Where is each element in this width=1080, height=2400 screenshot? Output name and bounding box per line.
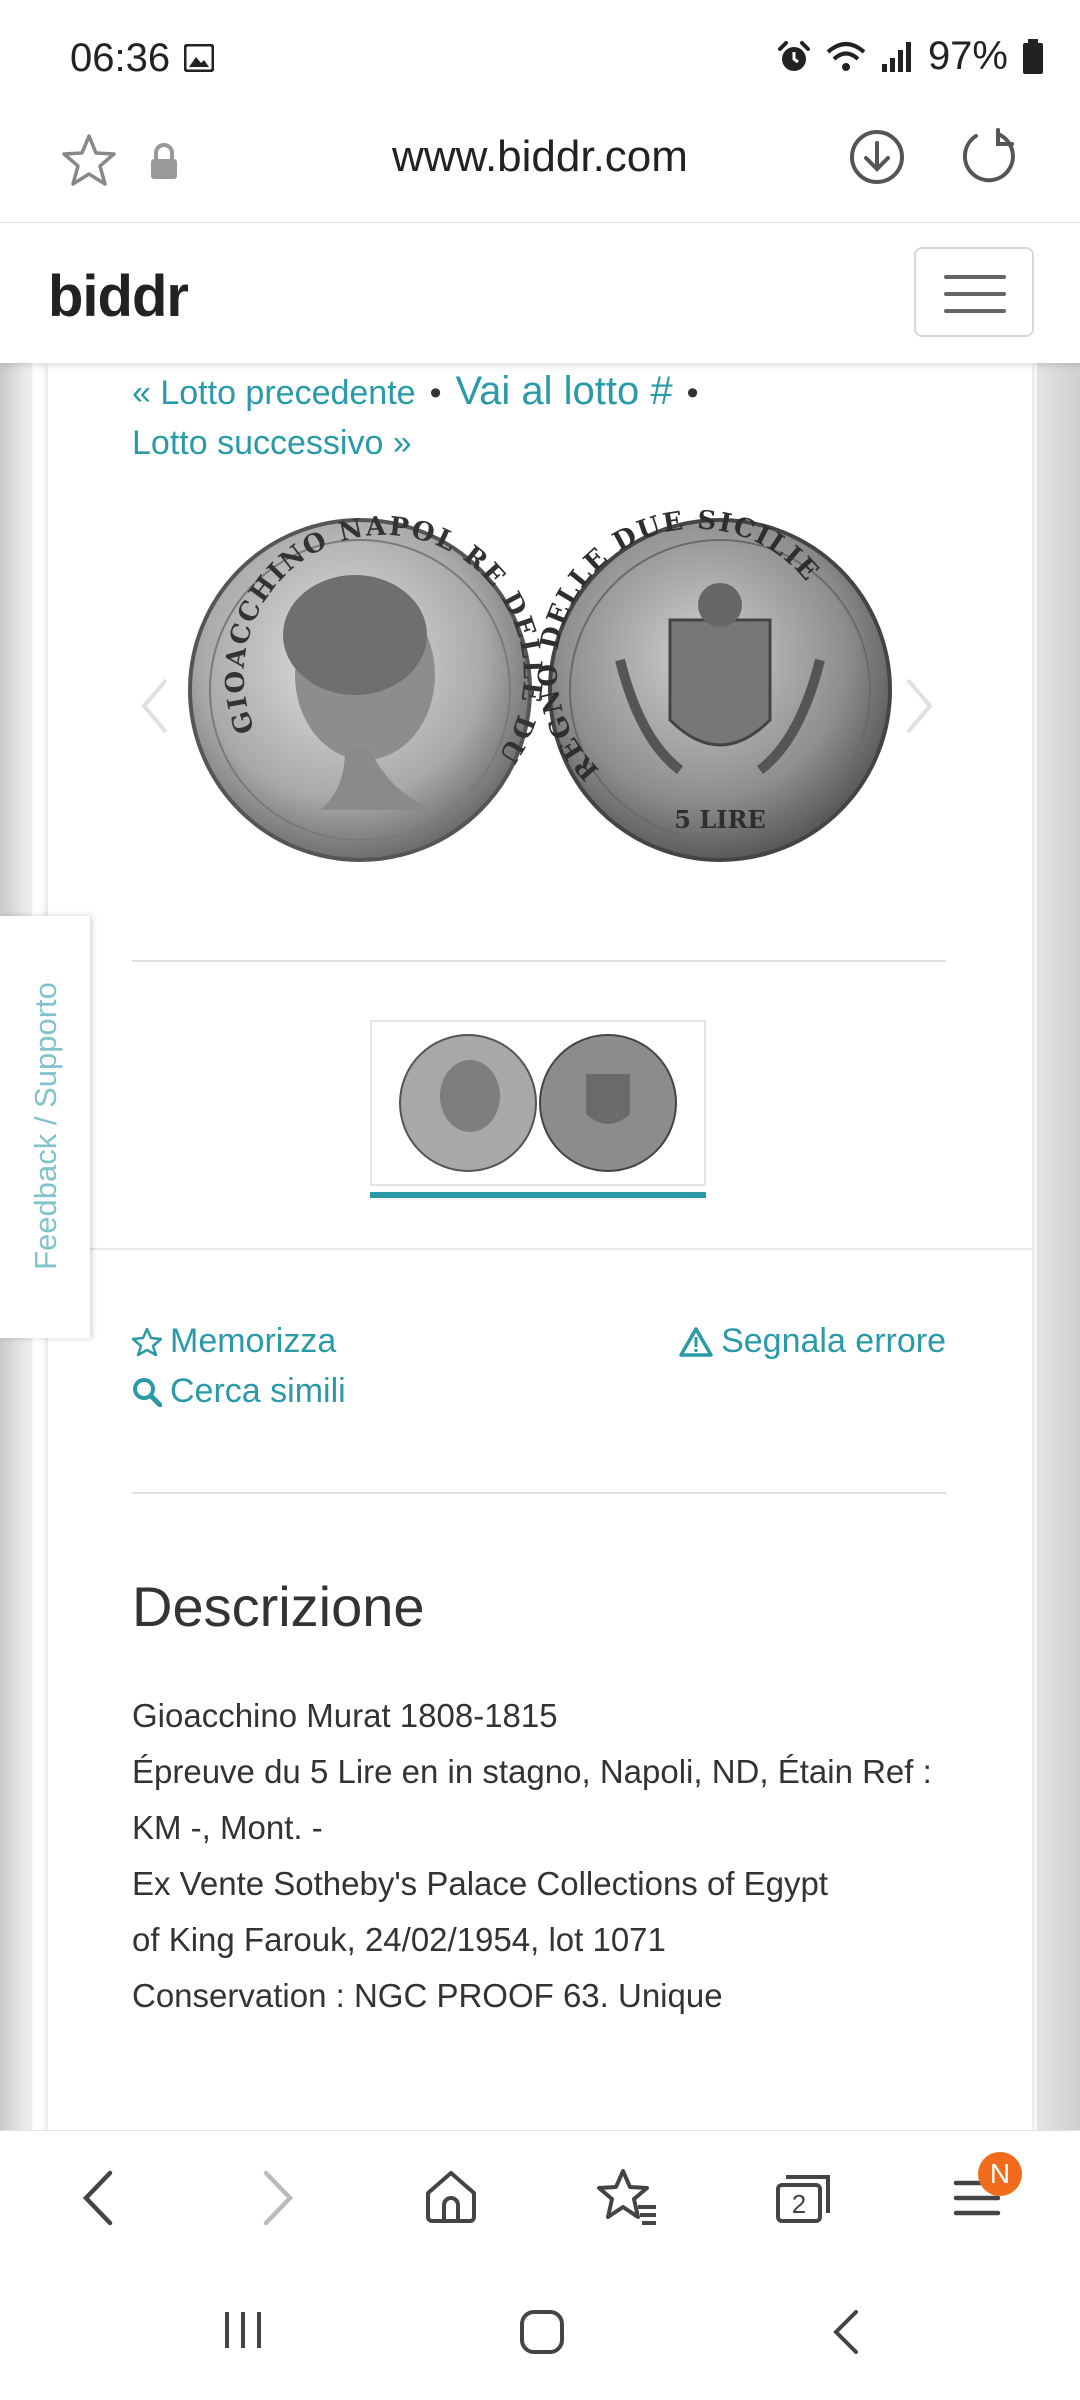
feedback-support-tab[interactable]: Feedback / Supporto — [0, 916, 90, 1338]
tabs-icon[interactable]: 2 — [772, 2167, 834, 2227]
warning-icon — [679, 1326, 713, 1357]
star-outline-icon — [132, 1327, 162, 1356]
tabs-count: 2 — [792, 2189, 806, 2219]
alarm-icon — [777, 40, 810, 71]
battery-icon — [1023, 38, 1043, 74]
site-header: biddr — [0, 223, 1080, 363]
coin-main-image[interactable]: GIOACCHINO NAPOL RE DELLE DUE SICIL REGN… — [180, 510, 900, 870]
description-line: KM -, Mont. - — [132, 1809, 323, 1846]
description-line: Gioacchino Murat 1808-1815 — [132, 1697, 558, 1734]
next-lot-link[interactable]: Lotto successivo » — [132, 424, 412, 462]
notification-badge: N — [978, 2152, 1022, 2196]
site-logo[interactable]: biddr — [48, 263, 189, 330]
section-separator — [48, 1248, 1032, 1250]
save-lot-label: Memorizza — [170, 1322, 337, 1360]
coin-denomination: 5 LIRE — [674, 805, 765, 834]
search-similar-button[interactable]: Cerca simili — [132, 1372, 346, 1411]
nav-separator: • — [429, 374, 442, 412]
wifi-icon — [826, 41, 866, 71]
url-text[interactable]: www.biddr.com — [0, 132, 1080, 182]
carousel-prev-icon[interactable] — [140, 676, 170, 736]
carousel-next-icon[interactable] — [904, 676, 934, 736]
battery-percent: 97% — [927, 34, 1008, 78]
report-error-button[interactable]: Segnala errore — [679, 1322, 946, 1361]
system-back-icon[interactable] — [828, 2308, 864, 2356]
status-time: 06:36 — [70, 36, 171, 80]
image-divider — [132, 960, 946, 962]
description-title: Descrizione — [132, 1575, 425, 1638]
bookmarks-icon[interactable] — [596, 2167, 658, 2227]
download-icon[interactable] — [848, 128, 906, 186]
home-button-icon[interactable] — [518, 2308, 566, 2356]
feedback-support-label: Feedback / Supporto — [28, 982, 63, 1270]
status-right: 97% — [776, 34, 1044, 79]
recent-apps-icon[interactable] — [222, 2308, 264, 2352]
lot-navigation: « Lotto precedente • Vai al lotto # • Lotto… — [132, 366, 952, 468]
description-line: Conservation : NGC PROOF 63. Unique — [132, 1977, 723, 2014]
status-bar: 06:36 97% — [0, 0, 1080, 112]
browser-bottom-nav: 2 — [0, 2130, 1080, 2269]
thumbnail-active-indicator — [370, 1192, 706, 1198]
report-error-label: Segnala errore — [721, 1322, 946, 1360]
image-notification-icon — [184, 44, 214, 72]
forward-icon[interactable] — [258, 2167, 298, 2229]
save-lot-button[interactable]: Memorizza — [132, 1322, 336, 1361]
description-body: Gioacchino Murat 1808-1815 Épreuve du 5 … — [132, 1688, 952, 2024]
browser-url-bar: www.biddr.com — [0, 112, 1080, 223]
search-similar-label: Cerca simili — [170, 1372, 346, 1410]
description-line: Épreuve du 5 Lire en in stagno, Napoli, … — [132, 1753, 932, 1790]
reload-icon[interactable] — [958, 126, 1018, 186]
description-line: Ex Vente Sotheby's Palace Collections of… — [132, 1865, 829, 1902]
nav-separator: • — [686, 374, 699, 412]
search-icon — [133, 1377, 162, 1407]
hamburger-menu-button[interactable] — [914, 247, 1034, 337]
previous-lot-link[interactable]: « Lotto precedente — [132, 374, 416, 412]
back-icon[interactable] — [78, 2167, 118, 2229]
actions-divider — [132, 1492, 946, 1494]
system-nav-bar — [0, 2268, 1080, 2400]
goto-lot-link[interactable]: Vai al lotto # — [455, 369, 672, 413]
coin-thumbnail[interactable] — [370, 1020, 706, 1186]
signal-icon — [881, 41, 911, 72]
description-line: of King Farouk, 24/02/1954, lot 1071 — [132, 1921, 666, 1958]
home-icon[interactable] — [422, 2167, 480, 2225]
coin-thumbnail-image — [399, 1034, 677, 1172]
